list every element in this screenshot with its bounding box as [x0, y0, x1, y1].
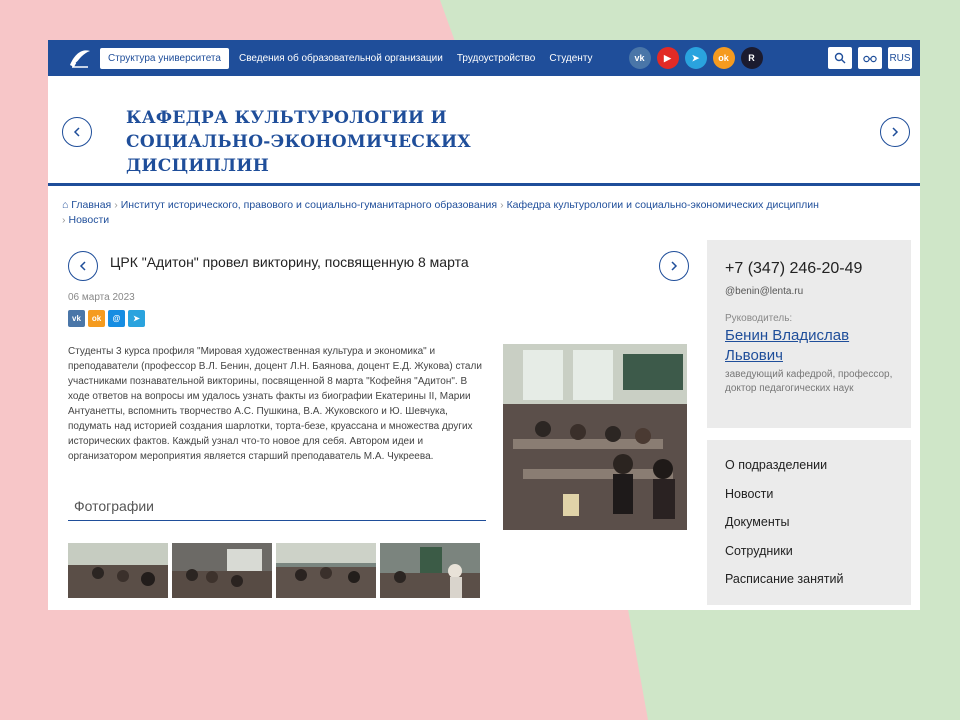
sidebar-item-schedule[interactable]: Расписание занятий — [725, 568, 893, 597]
breadcrumb: ⌂ Главная › Институт исторического, правов… — [62, 199, 819, 226]
contact-card: +7 (347) 246-20-49 @benin@lenta.ru Руков… — [707, 240, 911, 428]
gallery-thumbnail[interactable] — [276, 543, 376, 598]
language-button[interactable]: RUS — [888, 47, 912, 69]
gallery-thumbnail[interactable] — [380, 543, 480, 598]
article-title: ЦРК "Адитон" провел викторину, посвященн… — [110, 254, 469, 270]
chevron-right-icon — [671, 261, 678, 271]
share-buttons: vk ok @ ➤ — [68, 310, 145, 327]
chevron-left-icon — [79, 261, 86, 271]
sidebar-menu: О подразделении Новости Документы Сотруд… — [707, 440, 911, 605]
university-logo-icon[interactable] — [66, 45, 94, 71]
chevron-left-icon — [73, 127, 80, 137]
share-telegram-icon[interactable]: ➤ — [128, 310, 145, 327]
article-photo[interactable] — [503, 344, 687, 530]
social-links: vk ▶ ➤ ok R — [628, 47, 763, 69]
gallery-thumbnail[interactable] — [172, 543, 272, 598]
rutube-icon[interactable]: R — [740, 47, 763, 69]
nav-link-employment[interactable]: Трудоустройство — [457, 53, 535, 64]
nav-link-info[interactable]: Сведения об образовательной организации — [239, 53, 443, 64]
accessibility-glasses-icon[interactable] — [858, 47, 882, 69]
article-next-button[interactable] — [659, 251, 689, 281]
breadcrumb-home[interactable]: Главная — [71, 199, 111, 211]
article-date: 06 марта 2023 — [68, 292, 135, 303]
next-arrow-button[interactable] — [880, 117, 910, 147]
share-mailru-icon[interactable]: @ — [108, 310, 125, 327]
head-name-link[interactable]: Бенин Владислав Львович — [725, 326, 893, 366]
head-label: Руководитель: — [725, 313, 793, 324]
nav-link-student[interactable]: Студенту — [549, 53, 592, 64]
sidebar-item-documents[interactable]: Документы — [725, 511, 893, 540]
department-title: КАФЕДРА КУЛЬТУРОЛОГИИ И СОЦИАЛЬНО-ЭКОНОМ… — [126, 108, 471, 176]
telegram-icon[interactable]: ➤ — [684, 47, 707, 69]
structure-button[interactable]: Структура университета — [100, 47, 229, 69]
chevron-right-icon — [892, 127, 899, 137]
article-body: Студенты 3 курса профиля "Мировая художе… — [68, 346, 482, 462]
email-address[interactable]: @benin@lenta.ru — [725, 286, 893, 297]
share-vk-icon[interactable]: vk — [68, 310, 85, 327]
odnoklassniki-icon[interactable]: ok — [712, 47, 735, 69]
prev-arrow-button[interactable] — [62, 117, 92, 147]
head-role: заведующий кафедрой, профессор, доктор п… — [725, 369, 893, 394]
breadcrumb-news[interactable]: Новости — [69, 214, 110, 226]
share-odnoklassniki-icon[interactable]: ok — [88, 310, 105, 327]
top-navbar: Структура университета Сведения об образ… — [48, 40, 920, 76]
youtube-icon[interactable]: ▶ — [656, 47, 679, 69]
vk-icon[interactable]: vk — [628, 47, 651, 69]
browser-page: Структура университета Сведения об образ… — [48, 40, 920, 610]
sidebar-item-news[interactable]: Новости — [725, 483, 893, 512]
breadcrumb-department[interactable]: Кафедра культурологии и социально-эконом… — [507, 199, 819, 211]
department-header: КАФЕДРА КУЛЬТУРОЛОГИИ И СОЦИАЛЬНО-ЭКОНОМ… — [48, 76, 920, 186]
phone-number[interactable]: +7 (347) 246-20-49 — [725, 260, 893, 278]
home-icon: ⌂ — [62, 199, 72, 211]
photo-gallery — [68, 543, 480, 598]
search-icon[interactable] — [828, 47, 852, 69]
article-prev-button[interactable] — [68, 251, 98, 281]
gallery-thumbnail[interactable] — [68, 543, 168, 598]
sidebar-item-staff[interactable]: Сотрудники — [725, 540, 893, 569]
sidebar-item-about[interactable]: О подразделении — [725, 454, 893, 483]
photos-heading: Фотографии — [68, 498, 486, 521]
toolbar-tools: RUS — [828, 47, 912, 69]
breadcrumb-institute[interactable]: Институт исторического, правового и соци… — [121, 199, 497, 211]
